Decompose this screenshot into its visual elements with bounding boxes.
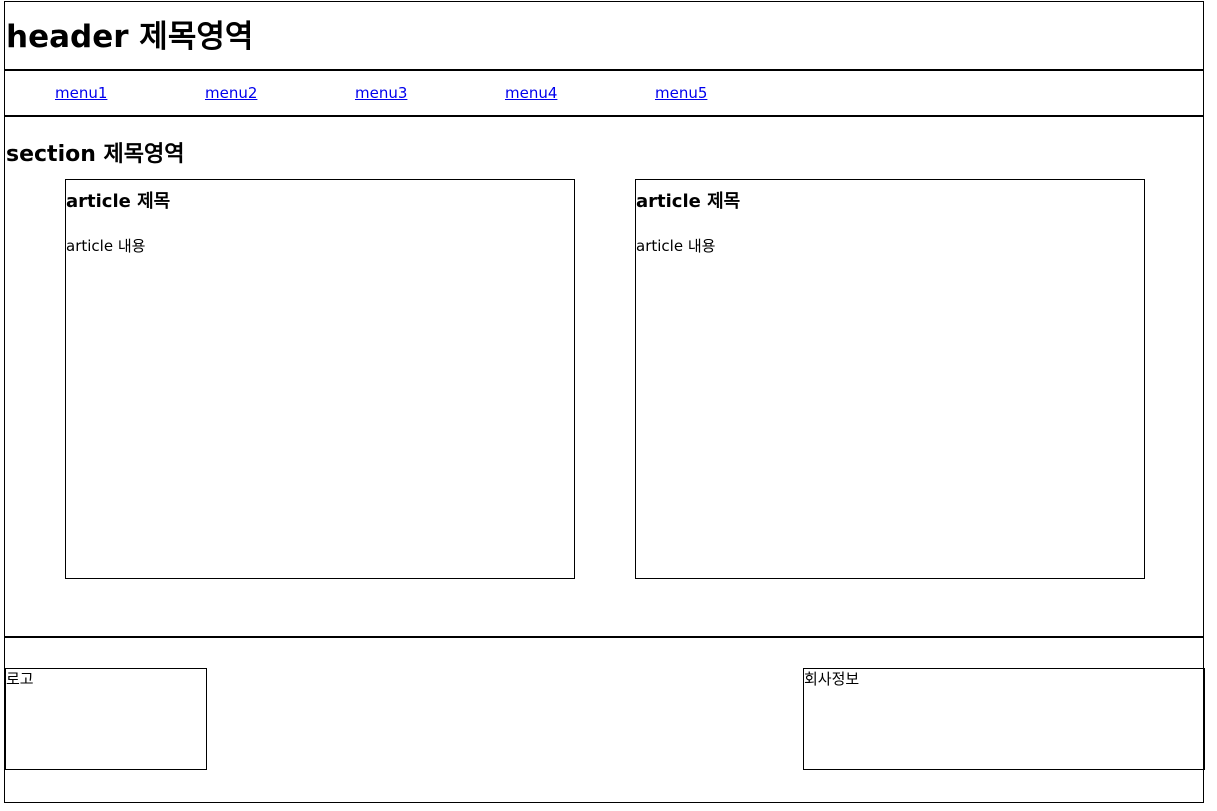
nav-item-menu3: menu3 bbox=[355, 83, 505, 102]
section-title: section 제목영역 bbox=[6, 142, 185, 167]
menu3-link[interactable]: menu3 bbox=[355, 84, 407, 102]
article-content: article 내용 bbox=[66, 237, 146, 255]
nav-list: menu1 menu2 menu3 menu4 menu5 bbox=[55, 83, 805, 102]
nav-menu: menu1 menu2 menu3 menu4 menu5 bbox=[5, 71, 1203, 117]
article-title: article 제목 bbox=[636, 191, 741, 212]
footer: 로고 회사정보 bbox=[5, 638, 1205, 802]
menu1-link[interactable]: menu1 bbox=[55, 84, 107, 102]
section: section 제목영역 article 제목 article 내용 artic… bbox=[5, 117, 1203, 638]
footer-company-info-box: 회사정보 bbox=[803, 668, 1205, 770]
menu5-link[interactable]: menu5 bbox=[655, 84, 707, 102]
page-wrapper: header 제목영역 menu1 menu2 menu3 menu4 menu… bbox=[4, 1, 1205, 803]
nav-item-menu1: menu1 bbox=[55, 83, 205, 102]
article-1: article 제목 article 내용 bbox=[65, 179, 575, 579]
menu2-link[interactable]: menu2 bbox=[205, 84, 257, 102]
header-title: header 제목영역 bbox=[6, 19, 254, 55]
footer-logo-box: 로고 bbox=[5, 668, 207, 770]
header: header 제목영역 bbox=[5, 2, 1203, 71]
nav-item-menu4: menu4 bbox=[505, 83, 655, 102]
menu4-link[interactable]: menu4 bbox=[505, 84, 557, 102]
nav-item-menu5: menu5 bbox=[655, 83, 805, 102]
nav-item-menu2: menu2 bbox=[205, 83, 355, 102]
article-title: article 제목 bbox=[66, 191, 171, 212]
article-content: article 내용 bbox=[636, 237, 716, 255]
article-2: article 제목 article 내용 bbox=[635, 179, 1145, 579]
